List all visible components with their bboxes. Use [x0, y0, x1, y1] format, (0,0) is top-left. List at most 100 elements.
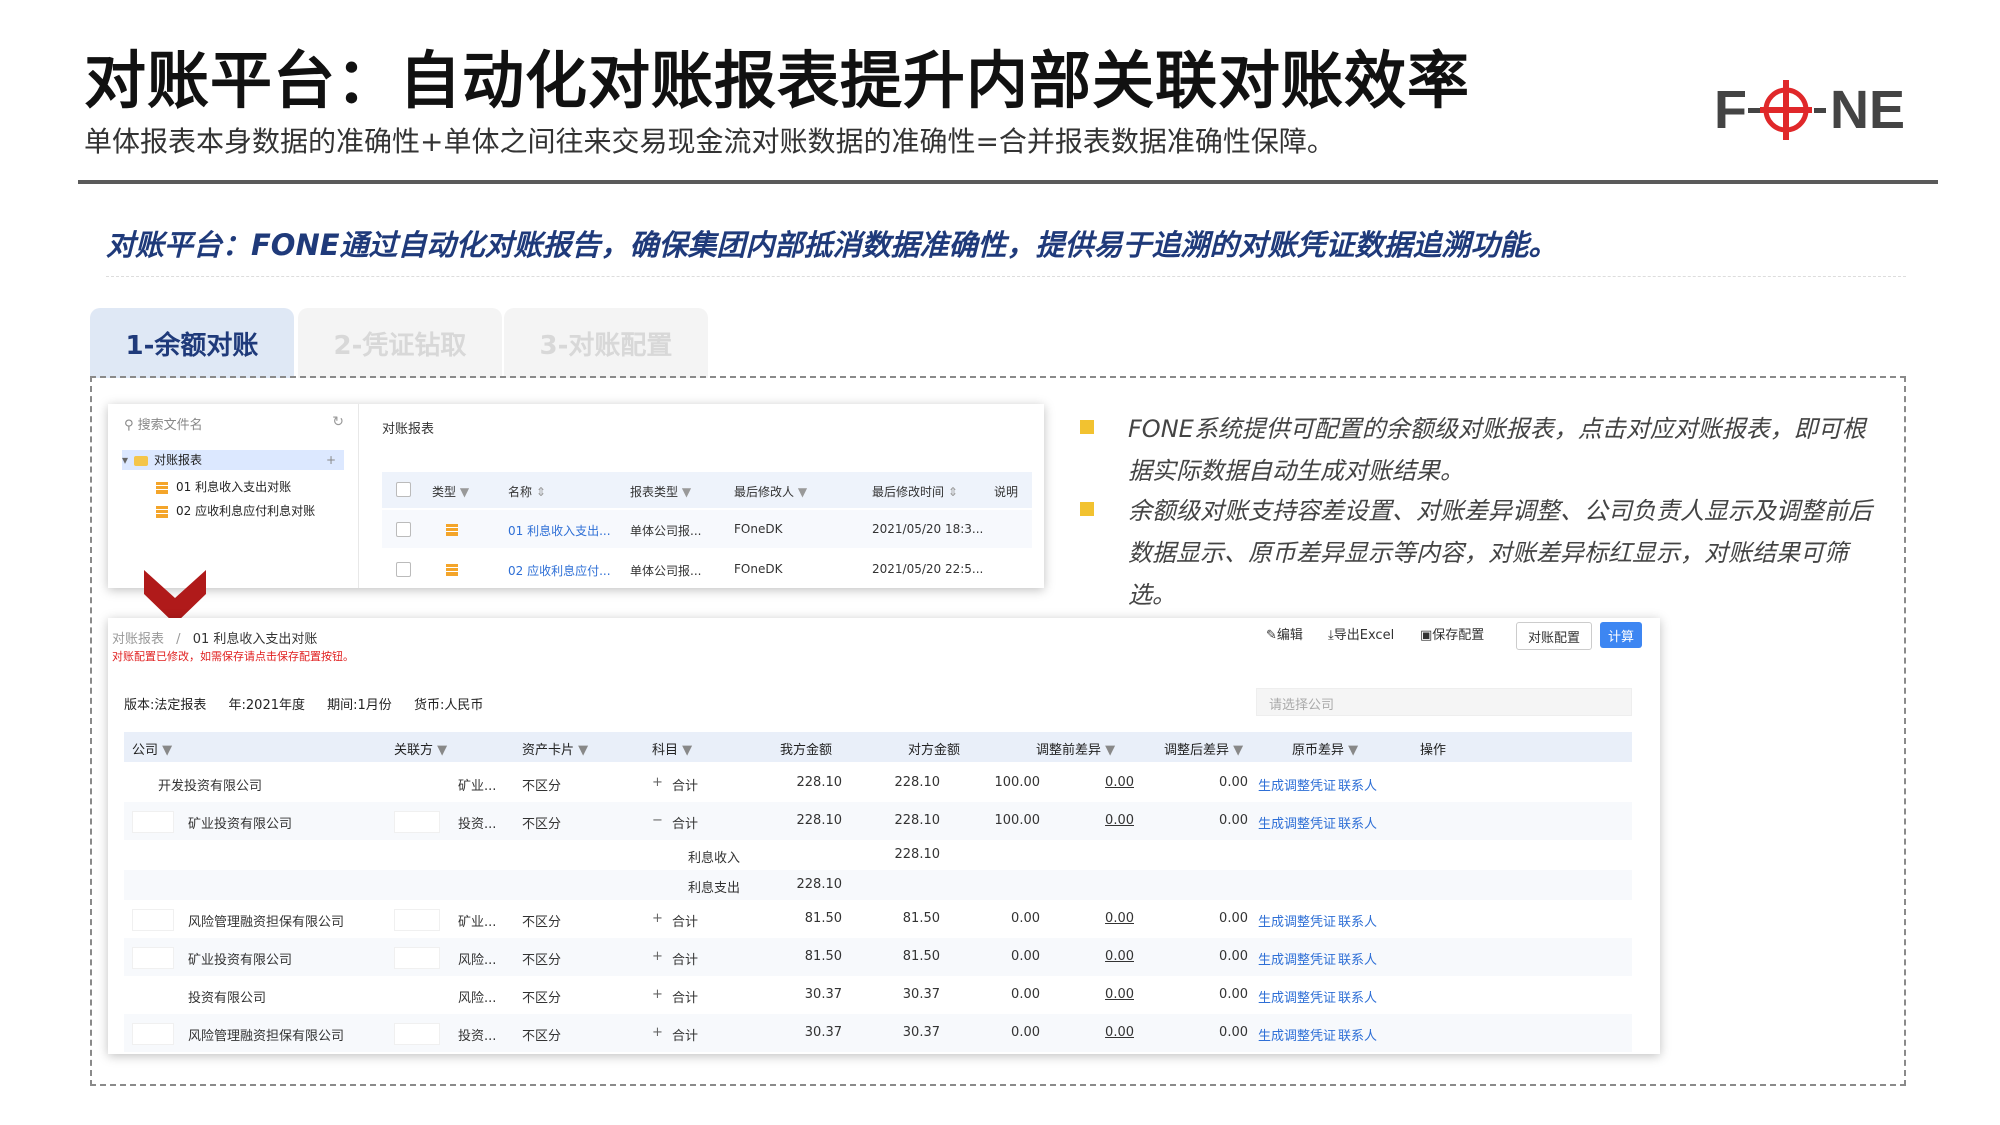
- expand-toggle[interactable]: +: [652, 987, 663, 1002]
- related-party-cell: 投资...: [458, 1025, 496, 1044]
- table-row[interactable]: 风险管理融资担保有限公司矿业...不区分+合计81.5081.500.000.0…: [124, 900, 1632, 938]
- export-excel-button[interactable]: ⤓导出Excel: [1328, 624, 1394, 643]
- related-party-cell: 风险...: [458, 987, 496, 1006]
- report-icon: [446, 564, 458, 576]
- calculate-button[interactable]: 计算: [1600, 622, 1642, 648]
- table-row[interactable]: 利息收入228.10: [124, 840, 1632, 870]
- our-amount-cell: 228.10: [752, 775, 842, 790]
- breadcrumb-root[interactable]: 对账报表: [112, 632, 164, 647]
- edit-icon: ✎: [1266, 628, 1277, 643]
- expand-toggle[interactable]: +: [652, 775, 663, 790]
- table-row[interactable]: 利息支出228.10: [124, 870, 1632, 900]
- col-modified-time[interactable]: 最后修改时间 ⇕: [872, 483, 958, 500]
- post-adjust-diff-cell[interactable]: 0.00: [1044, 1025, 1134, 1040]
- col-asset-card[interactable]: 资产卡片 ▼: [522, 739, 588, 758]
- table-row[interactable]: 矿业投资有限公司风险...不区分+合计81.5081.500.000.000.0…: [124, 938, 1632, 976]
- generate-adjustment-voucher-link[interactable]: 生成调整凭证: [1258, 1025, 1336, 1044]
- expand-toggle[interactable]: −: [652, 813, 663, 828]
- col-post-adjust-diff[interactable]: 调整后差异 ▼: [1164, 739, 1243, 758]
- save-icon: ▣: [1420, 628, 1432, 643]
- company-select[interactable]: 请选择公司: [1256, 688, 1632, 716]
- post-adjust-diff-cell[interactable]: 0.00: [1044, 813, 1134, 828]
- original-currency-diff-cell: 0.00: [1158, 1025, 1248, 1040]
- col-original-currency-diff[interactable]: 原币差异 ▼: [1292, 739, 1358, 758]
- pre-adjust-diff-cell: 0.00: [950, 949, 1040, 964]
- original-currency-diff-cell: 0.00: [1158, 775, 1248, 790]
- table-row[interactable]: 矿业投资有限公司投资...不区分−合计228.10228.10100.000.0…: [124, 802, 1632, 840]
- col-pre-adjust-diff[interactable]: 调整前差异 ▼: [1036, 739, 1115, 758]
- company-cell: 矿业投资有限公司: [188, 813, 292, 832]
- tab-reconciliation-config[interactable]: 3-对账配置: [504, 308, 708, 378]
- tree-folder[interactable]: ▾对账报表 +: [122, 450, 344, 470]
- original-currency-diff-cell: 0.00: [1158, 949, 1248, 964]
- post-adjust-diff-cell[interactable]: 0.00: [1044, 949, 1134, 964]
- col-account[interactable]: 科目 ▼: [652, 739, 692, 758]
- file-name-link[interactable]: 02 应收利息应付...: [508, 562, 611, 579]
- search-icon: ⚲: [124, 418, 134, 433]
- account-cell: 合计: [672, 775, 698, 794]
- company-cell: 开发投资有限公司: [158, 775, 262, 794]
- our-amount-cell: 30.37: [752, 1025, 842, 1040]
- expand-toggle[interactable]: +: [652, 911, 663, 926]
- contact-link[interactable]: 联系人: [1338, 987, 1377, 1006]
- table-row[interactable]: 02 应收利息应付... 单体公司报... FOneDK 2021/05/20 …: [382, 550, 1032, 588]
- svg-text:F: F: [1714, 80, 1747, 140]
- table-row[interactable]: 投资有限公司风险...不区分+合计30.3730.370.000.000.00生…: [124, 976, 1632, 1014]
- expand-toggle[interactable]: +: [652, 949, 663, 964]
- contact-link[interactable]: 联系人: [1338, 813, 1377, 832]
- contact-link[interactable]: 联系人: [1338, 775, 1377, 794]
- contact-link[interactable]: 联系人: [1338, 911, 1377, 930]
- table-row[interactable]: 01 利息收入支出... 单体公司报... FOneDK 2021/05/20 …: [382, 510, 1032, 548]
- tree-file[interactable]: 01 利息收入支出对账: [156, 478, 291, 495]
- breadcrumb: 对账报表 / 01 利息收入支出对账: [112, 628, 317, 647]
- col-modifier[interactable]: 最后修改人 ▼: [734, 483, 807, 500]
- generate-adjustment-voucher-link[interactable]: 生成调整凭证: [1258, 987, 1336, 1006]
- chevron-down-icon: [144, 570, 206, 624]
- add-icon[interactable]: +: [326, 450, 336, 470]
- col-company[interactable]: 公司 ▼: [132, 739, 172, 758]
- generate-adjustment-voucher-link[interactable]: 生成调整凭证: [1258, 775, 1336, 794]
- account-cell: 合计: [672, 1025, 698, 1044]
- file-label: 01 利息收入支出对账: [176, 480, 291, 494]
- counterparty-amount-cell: 228.10: [850, 847, 940, 862]
- counterparty-amount-cell: 81.50: [850, 911, 940, 926]
- account-cell: 合计: [672, 911, 698, 930]
- refresh-icon[interactable]: ↻: [332, 414, 344, 430]
- related-party-cell: 矿业...: [458, 911, 496, 930]
- save-config-button[interactable]: ▣保存配置: [1420, 624, 1484, 643]
- row-checkbox[interactable]: [396, 522, 411, 537]
- asset-card-cell: 不区分: [522, 987, 561, 1006]
- table-row[interactable]: 风险管理融资担保有限公司投资...不区分+合计30.3730.370.000.0…: [124, 1014, 1632, 1052]
- redacted-block: [394, 947, 440, 969]
- post-adjust-diff-cell[interactable]: 0.00: [1044, 775, 1134, 790]
- reconciliation-config-button[interactable]: 对账配置: [1516, 622, 1592, 650]
- asset-card-cell: 不区分: [522, 911, 561, 930]
- post-adjust-diff-cell[interactable]: 0.00: [1044, 911, 1134, 926]
- filter-icon: ▼: [682, 485, 691, 499]
- search-input[interactable]: ⚲ 搜索文件名: [124, 414, 203, 433]
- select-all-checkbox[interactable]: [396, 482, 411, 497]
- row-checkbox[interactable]: [396, 562, 411, 577]
- contact-link[interactable]: 联系人: [1338, 1025, 1377, 1044]
- generate-adjustment-voucher-link[interactable]: 生成调整凭证: [1258, 911, 1336, 930]
- our-amount-cell: 30.37: [752, 987, 842, 1002]
- tab-balance-reconciliation[interactable]: 1-余额对账: [90, 308, 294, 378]
- tab-voucher-drilldown[interactable]: 2-凭证钻取: [298, 308, 502, 378]
- col-related-party[interactable]: 关联方 ▼: [394, 739, 447, 758]
- file-name-link[interactable]: 01 利息收入支出...: [508, 522, 611, 539]
- col-report-type[interactable]: 报表类型 ▼: [630, 483, 691, 500]
- edit-button[interactable]: ✎编辑: [1266, 624, 1303, 643]
- col-counterparty-amount: 对方金额: [908, 739, 960, 758]
- company-cell: 投资有限公司: [188, 987, 266, 1006]
- table-row[interactable]: 开发投资有限公司矿业...不区分+合计228.10228.10100.000.0…: [124, 764, 1632, 802]
- generate-adjustment-voucher-link[interactable]: 生成调整凭证: [1258, 813, 1336, 832]
- tree-file[interactable]: 02 应收利息应付利息对账: [156, 502, 315, 519]
- generate-adjustment-voucher-link[interactable]: 生成调整凭证: [1258, 949, 1336, 968]
- post-adjust-diff-cell[interactable]: 0.00: [1044, 987, 1134, 1002]
- col-type[interactable]: 类型 ▼: [432, 483, 469, 500]
- expand-toggle[interactable]: +: [652, 1025, 663, 1040]
- contact-link[interactable]: 联系人: [1338, 949, 1377, 968]
- related-party-cell: 投资...: [458, 813, 496, 832]
- pre-adjust-diff-cell: 0.00: [950, 987, 1040, 1002]
- col-name[interactable]: 名称 ⇕: [508, 483, 546, 500]
